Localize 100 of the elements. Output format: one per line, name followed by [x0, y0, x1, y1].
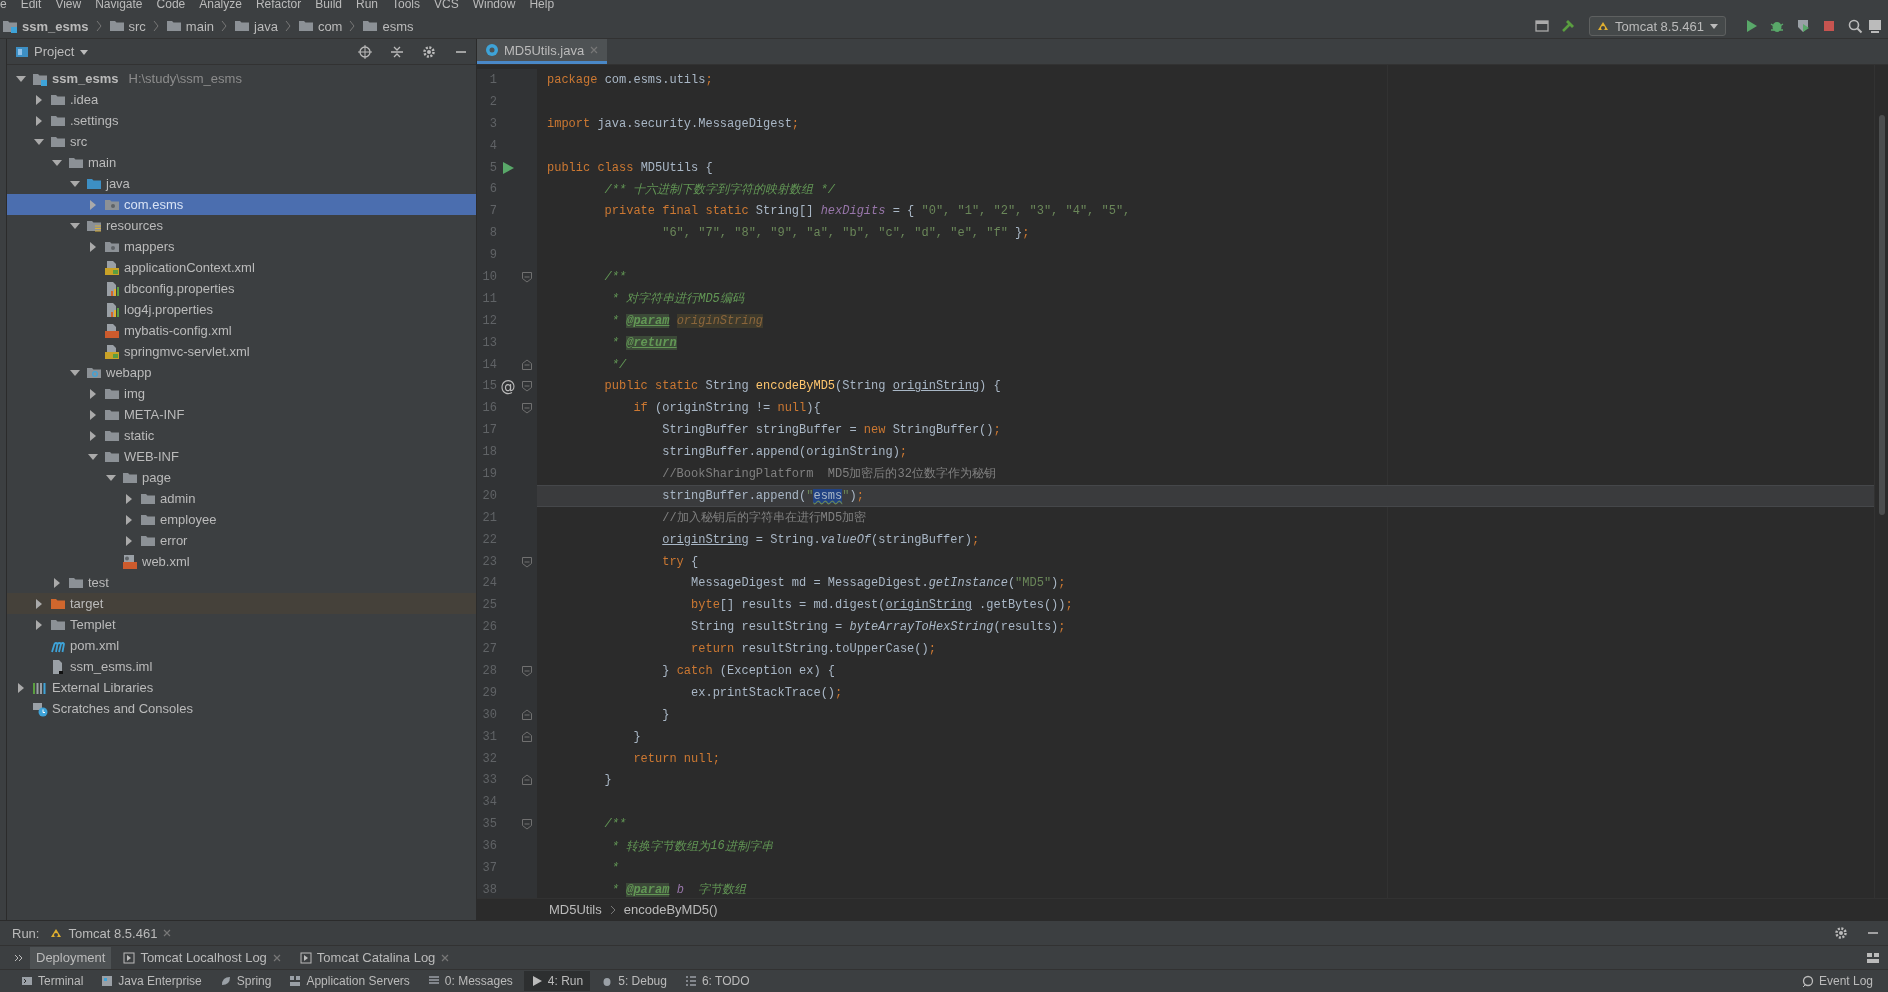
close-icon[interactable] — [271, 952, 282, 963]
fold-icon[interactable] — [521, 270, 533, 283]
log-tab[interactable]: Deployment — [30, 946, 112, 969]
tree-item[interactable]: error — [7, 530, 476, 551]
fold-icon[interactable] — [521, 730, 533, 743]
run-session-tab[interactable]: Tomcat 8.5.461 — [45, 925, 177, 941]
breadcrumb-item[interactable]: MD5Utils — [549, 902, 602, 917]
menu-item[interactable]: Code — [156, 0, 186, 14]
tree-item[interactable]: .settings — [7, 110, 476, 131]
tree-item[interactable]: target — [7, 593, 476, 614]
editor-tab[interactable]: MD5Utils.java — [477, 39, 608, 64]
menu-item[interactable]: Window — [472, 0, 516, 14]
locate-icon[interactable] — [358, 44, 372, 59]
menu-item[interactable]: Help — [529, 0, 555, 14]
tree-item[interactable]: mappers — [7, 236, 476, 257]
tool-window-button[interactable]: Terminal — [14, 971, 91, 991]
hammer-icon[interactable] — [1560, 18, 1577, 34]
list-icon — [684, 975, 697, 987]
xml-file-icon — [104, 343, 120, 360]
menu-item[interactable]: Edit — [20, 0, 42, 14]
monitor-icon[interactable] — [1868, 18, 1882, 34]
tool-window-button[interactable]: 4: Run — [523, 971, 591, 991]
breadcrumb-item[interactable]: encodeByMD5() — [623, 902, 718, 917]
menu-item[interactable]: e — [0, 0, 7, 14]
tool-window-button[interactable]: 5: Debug — [594, 971, 674, 991]
tool-window-button[interactable]: 0: Messages — [420, 971, 520, 991]
menu-item[interactable]: Build — [315, 0, 342, 14]
window-icon[interactable] — [1534, 18, 1551, 34]
run-config-dropdown[interactable]: Tomcat 8.5.461 — [1589, 16, 1726, 36]
tree-item[interactable]: Templet — [7, 614, 476, 635]
breadcrumb-item[interactable]: esms — [360, 18, 416, 34]
layout-icon[interactable] — [1866, 950, 1880, 965]
menu-item[interactable]: View — [55, 0, 82, 14]
fold-icon[interactable] — [521, 818, 533, 831]
tree-item[interactable]: img — [7, 383, 476, 404]
tree-item[interactable]: Scratches and Consoles — [7, 698, 476, 719]
menu-item[interactable]: VCS — [434, 0, 459, 14]
fold-icon[interactable] — [521, 402, 533, 415]
settings-icon[interactable] — [422, 44, 436, 59]
menu-item[interactable]: Analyze — [199, 0, 242, 14]
tree-item[interactable]: webapp — [7, 362, 476, 383]
breadcrumb-item[interactable]: src — [106, 18, 148, 34]
breadcrumb-item[interactable]: com — [295, 18, 345, 34]
tree-item[interactable]: External Libraries — [7, 677, 476, 698]
menu-item[interactable]: Navigate — [95, 0, 143, 14]
tree-item[interactable]: java — [7, 173, 476, 194]
tree-item[interactable]: ssm_esms.iml — [7, 656, 476, 677]
tree-item[interactable]: com.esms — [7, 194, 476, 215]
fold-icon[interactable] — [521, 774, 533, 787]
override-marker[interactable]: @ — [497, 377, 519, 396]
tree-item[interactable]: admin — [7, 488, 476, 509]
double-chevron-icon[interactable] — [14, 952, 24, 963]
log-tab[interactable]: Tomcat Localhost Log — [117, 946, 288, 969]
scroll-thumb[interactable] — [1879, 115, 1885, 515]
stop-icon[interactable] — [1821, 18, 1837, 34]
fold-icon[interactable] — [521, 708, 533, 721]
tree-item[interactable]: .idea — [7, 89, 476, 110]
breadcrumb-item[interactable]: ssm_esms — [0, 18, 91, 34]
menu-item[interactable]: Run — [356, 0, 378, 14]
fold-icon[interactable] — [521, 665, 533, 677]
menu-item[interactable]: Refactor — [255, 0, 302, 14]
tree-item[interactable]: web.xml — [7, 551, 476, 572]
fold-icon[interactable] — [521, 380, 533, 393]
breadcrumb-item[interactable]: main — [163, 18, 217, 34]
tree-item[interactable]: main — [7, 152, 476, 173]
settings-icon[interactable] — [1834, 926, 1848, 940]
tree-item[interactable]: applicationContext.xml — [7, 257, 476, 278]
tool-window-button[interactable]: Event Log — [1794, 971, 1880, 991]
leaf-icon — [219, 975, 232, 987]
fold-icon[interactable] — [521, 358, 533, 371]
tree-item[interactable]: ssm_esms H:\study\ssm_esms — [7, 68, 476, 89]
tree-item[interactable]: employee — [7, 509, 476, 530]
fold-icon[interactable] — [521, 555, 533, 568]
search-icon[interactable] — [1847, 18, 1863, 34]
tree-item[interactable]: static — [7, 425, 476, 446]
tree-item[interactable]: log4j.properties — [7, 299, 476, 320]
tool-window-button[interactable]: Application Servers — [282, 971, 417, 991]
tree-item[interactable]: test — [7, 572, 476, 593]
tree-item[interactable]: WEB-INF — [7, 446, 476, 467]
tree-item[interactable]: dbconfig.properties — [7, 278, 476, 299]
tool-window-button[interactable]: Java Enterprise — [94, 971, 209, 991]
tree-item[interactable]: src — [7, 131, 476, 152]
close-icon[interactable] — [440, 952, 451, 963]
menu-item[interactable]: Tools — [392, 0, 420, 14]
coverage-icon[interactable] — [1795, 18, 1811, 34]
tree-item[interactable]: mybatis-config.xml — [7, 320, 476, 341]
collapse-all-icon[interactable] — [390, 44, 404, 59]
tree-item[interactable]: META-INF — [7, 404, 476, 425]
tree-item[interactable]: pom.xml — [7, 635, 476, 656]
window-icon — [101, 975, 114, 987]
tree-item[interactable]: springmvc-servlet.xml — [7, 341, 476, 362]
close-icon[interactable] — [162, 928, 173, 938]
tree-item[interactable]: resources — [7, 215, 476, 236]
tool-window-button[interactable]: 6: TODO — [677, 971, 757, 991]
project-view-dropdown[interactable]: Project — [15, 44, 90, 59]
tree-item[interactable]: page — [7, 467, 476, 488]
breadcrumb-item[interactable]: java — [232, 18, 280, 34]
log-tab[interactable]: Tomcat Catalina Log — [293, 946, 457, 969]
tool-window-button[interactable]: Spring — [212, 971, 279, 991]
run-icon[interactable] — [502, 161, 514, 174]
